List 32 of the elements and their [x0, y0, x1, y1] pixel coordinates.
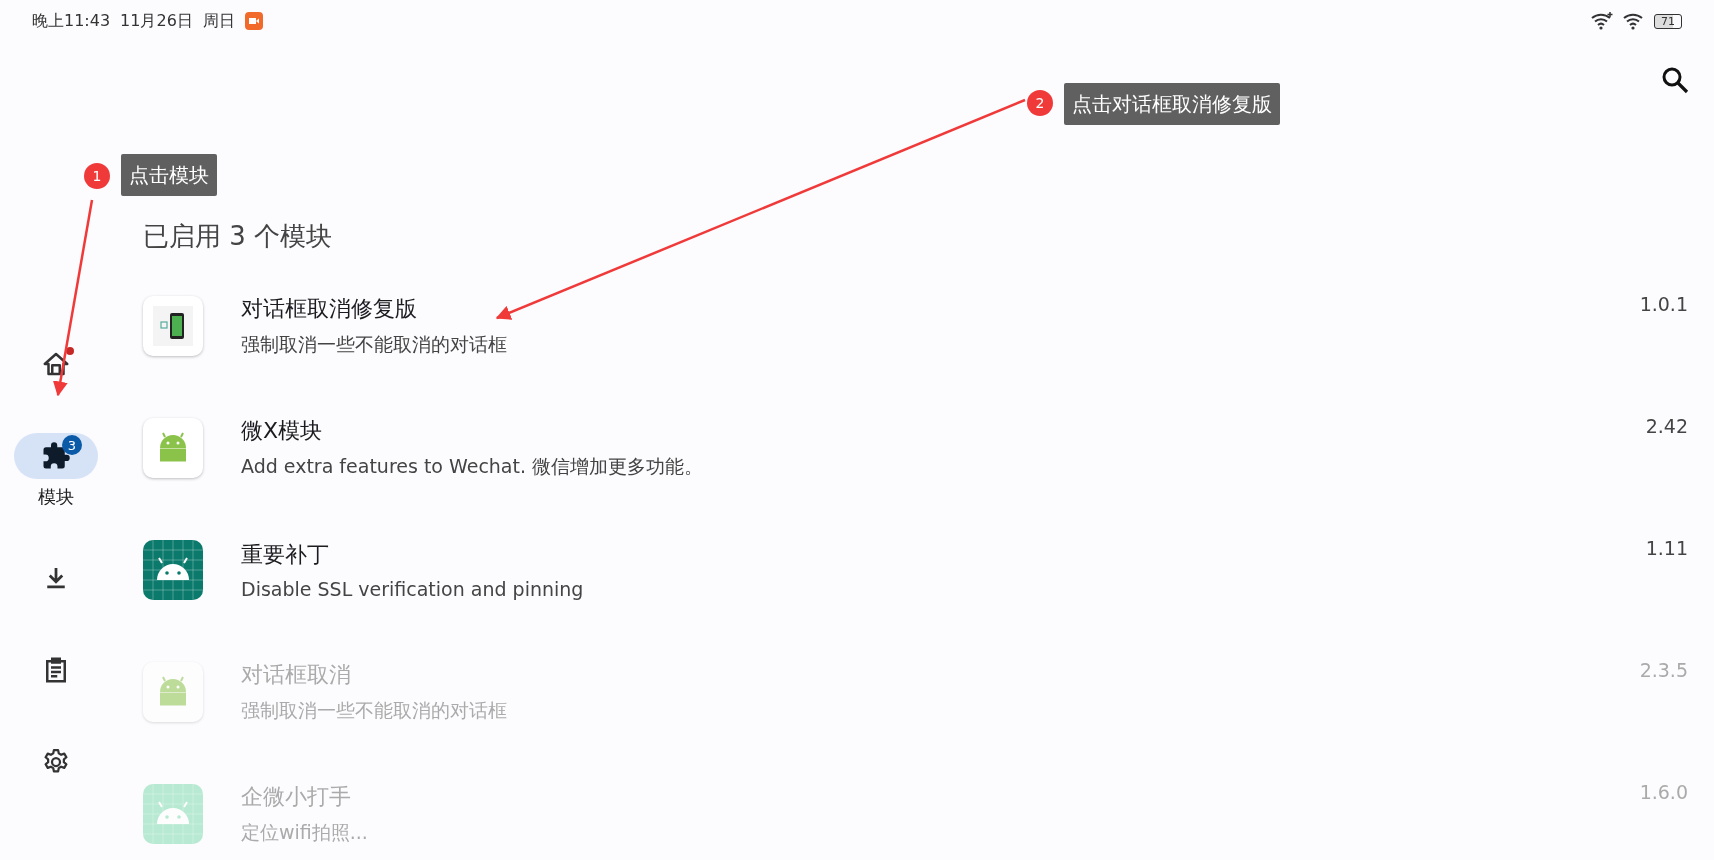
phone-app-icon: [143, 296, 203, 356]
status-date: 11月26日: [120, 10, 193, 32]
step-number: 2: [1027, 90, 1053, 116]
module-name[interactable]: 重要补丁: [241, 540, 1646, 570]
count-badge: 3: [62, 435, 82, 455]
status-weekday: 周日: [202, 10, 235, 32]
module-description: Disable SSL verification and pinning: [241, 578, 585, 600]
search-button[interactable]: [1660, 65, 1690, 95]
notification-dot: [66, 347, 74, 355]
module-version: 1.6.0: [1639, 781, 1688, 803]
android-app-icon: [143, 540, 203, 600]
status-time: 晚上11:43: [32, 10, 111, 32]
module-version: 1.11: [1645, 537, 1688, 559]
enabled-count: 已启用 3 个模块: [143, 220, 334, 253]
module-description: 定位wifi拍照...: [241, 820, 369, 845]
battery-indicator: 71: [1654, 13, 1682, 29]
wifi-icon: [1590, 11, 1614, 31]
module-name[interactable]: 微X模块: [241, 416, 1646, 446]
module-description: 强制取消一些不能取消的对话框: [241, 332, 508, 357]
video-recording-icon: [244, 12, 263, 30]
android-app-icon: [143, 418, 203, 478]
module-name[interactable]: 对话框取消修复版: [241, 294, 1640, 324]
module-description: 强制取消一些不能取消的对话框: [241, 698, 508, 723]
module-version: 2.3.5: [1639, 659, 1688, 681]
step-number: 1: [84, 163, 110, 189]
module-description: Add extra features to Wechat. 微信增加更多功能。: [241, 454, 705, 479]
annotation-callout: 点击对话框取消修复版: [1064, 83, 1280, 125]
annotation-callout: 点击模块: [121, 154, 217, 196]
module-version: 1.0.1: [1639, 293, 1688, 315]
android-app-icon: [143, 662, 203, 722]
module-version: 2.42: [1645, 415, 1688, 437]
android-app-icon: [143, 784, 203, 844]
